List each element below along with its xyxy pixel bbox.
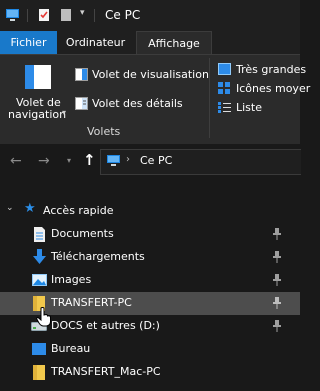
medium-icons-icon[interactable] xyxy=(218,82,231,94)
address-location[interactable]: Ce PC xyxy=(140,154,172,167)
extra-large-icons-option[interactable]: Très grandes xyxy=(236,63,306,76)
preview-pane-button[interactable]: Volet de visualisation xyxy=(92,68,209,81)
tab-computer[interactable]: Ordinateur xyxy=(57,31,134,54)
title-divider xyxy=(27,9,28,22)
quick-access-dropdown-icon[interactable]: ▾ xyxy=(80,8,85,18)
navigation-pane-icon[interactable] xyxy=(24,64,52,90)
tree-label: Téléchargements xyxy=(51,250,145,263)
tree-label: Bureau xyxy=(51,342,91,355)
medium-icons-option[interactable]: Icônes moyer xyxy=(236,82,310,95)
quick-access-label[interactable]: Accès rapide xyxy=(43,204,113,217)
properties-icon[interactable] xyxy=(37,8,52,22)
navigation-pane-dropdown-icon[interactable]: ▾ xyxy=(62,108,66,117)
hand-cursor-icon xyxy=(36,307,51,327)
tree-item-transfert-mac-pc[interactable]: TRANSFERT_Mac-PC xyxy=(0,361,300,384)
window-title: Ce PC xyxy=(105,8,141,22)
quick-access-expand-icon[interactable]: ⌄ xyxy=(6,203,14,213)
pin-icon[interactable] xyxy=(272,274,282,286)
tree-item-downloads[interactable]: Téléchargements xyxy=(0,246,300,269)
back-arrow-icon[interactable]: ← xyxy=(10,153,22,169)
list-view-option[interactable]: Liste xyxy=(236,101,262,114)
tree-label: Images xyxy=(51,273,92,286)
this-pc-address-icon xyxy=(107,155,120,166)
preview-pane-icon[interactable] xyxy=(75,68,88,81)
pin-icon[interactable] xyxy=(272,320,282,332)
details-pane-icon[interactable] xyxy=(75,97,88,110)
panes-group-label: Volets xyxy=(87,125,121,138)
breadcrumb-chevron-icon[interactable]: › xyxy=(126,154,130,165)
list-view-icon[interactable] xyxy=(218,101,231,113)
desktop-icon xyxy=(32,343,46,355)
ribbon-group-separator xyxy=(209,58,210,138)
star-icon: ★ xyxy=(24,201,36,216)
address-bar[interactable] xyxy=(100,149,301,175)
tab-view[interactable]: Affichage xyxy=(136,31,212,55)
navigation-pane-label-2[interactable]: navigation xyxy=(8,108,66,121)
extra-large-icons-icon[interactable] xyxy=(218,63,231,75)
pin-icon[interactable] xyxy=(272,251,282,263)
this-pc-icon[interactable] xyxy=(5,8,20,22)
tree-label: Documents xyxy=(51,227,114,240)
pin-icon[interactable] xyxy=(272,228,282,240)
tree-label: TRANSFERT_Mac-PC xyxy=(51,365,161,378)
tree-label: TRANSFERT-PC xyxy=(51,296,132,309)
tree-item-documents[interactable]: Documents xyxy=(0,223,300,246)
tree-item-desktop[interactable]: Bureau xyxy=(0,338,300,361)
recent-locations-chevron-icon[interactable]: ▾ xyxy=(67,156,71,165)
details-pane-button[interactable]: Volet des détails xyxy=(92,97,183,110)
forward-arrow-icon[interactable]: → xyxy=(38,153,50,169)
downloads-icon xyxy=(33,249,46,264)
folder-icon xyxy=(33,365,45,380)
tree-label: DOCS et autres (D:) xyxy=(51,319,160,332)
title-divider xyxy=(94,9,95,22)
up-arrow-icon[interactable]: ↑ xyxy=(83,151,96,169)
new-folder-icon[interactable] xyxy=(59,8,74,22)
tab-file[interactable]: Fichier xyxy=(0,31,57,54)
documents-icon xyxy=(34,227,45,242)
tree-item-pictures[interactable]: Images xyxy=(0,269,300,292)
pin-icon[interactable] xyxy=(272,297,282,309)
pictures-icon xyxy=(32,274,47,286)
